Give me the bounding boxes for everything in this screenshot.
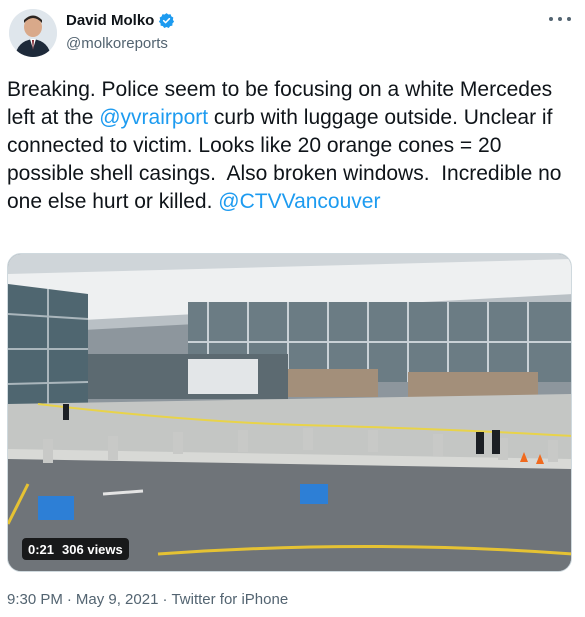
video-frame-image xyxy=(8,254,571,571)
mention-link-yvrairport[interactable]: @yvrairport xyxy=(99,106,208,129)
tweet-time[interactable]: 9:30 PM xyxy=(7,591,63,608)
tweet-metadata: 9:30 PM · May 9, 2021 · Twitter for iPho… xyxy=(7,591,288,608)
author-name-row[interactable]: David Molko xyxy=(66,12,175,29)
tweet-date[interactable]: May 9, 2021 xyxy=(76,591,159,608)
meta-separator: · xyxy=(162,591,168,608)
meta-separator: · xyxy=(66,591,72,608)
more-options-icon[interactable] xyxy=(549,12,571,26)
video-stats-badge: 0:21 306 views xyxy=(22,538,129,560)
avatar[interactable] xyxy=(9,9,57,57)
mention-link-ctvvancouver[interactable]: @CTVVancouver xyxy=(218,190,380,213)
video-duration: 0:21 xyxy=(28,541,55,557)
verified-badge-icon xyxy=(158,12,175,29)
author-handle[interactable]: @molkoreports xyxy=(66,35,168,52)
video-player[interactable]: 0:21 306 views xyxy=(7,253,572,572)
tweet-text: Breaking. Police seem to be focusing on … xyxy=(7,76,567,216)
tweet-source[interactable]: Twitter for iPhone xyxy=(171,591,288,608)
video-views: 306 views xyxy=(62,541,123,557)
author-name[interactable]: David Molko xyxy=(66,12,154,29)
